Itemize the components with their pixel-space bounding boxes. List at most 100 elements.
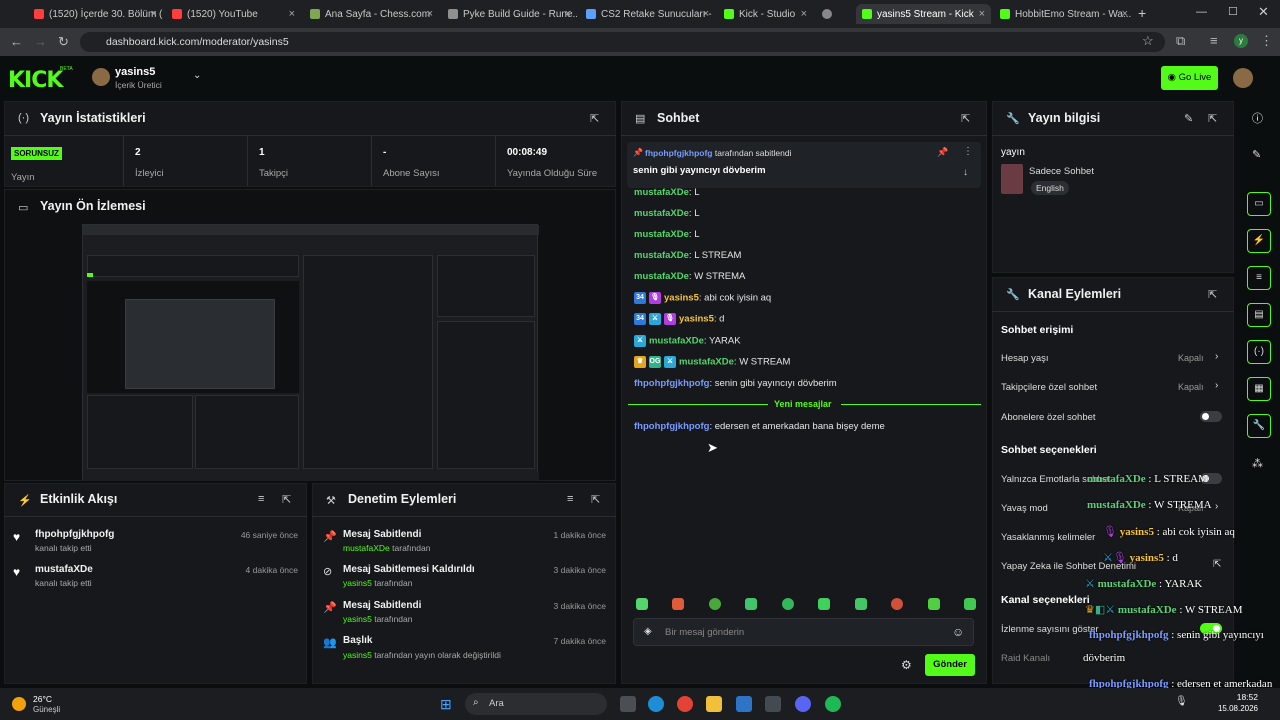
chat-toggle-icon[interactable]: ▤ xyxy=(1247,303,1271,327)
popout-icon[interactable]: ⇱ xyxy=(1208,288,1217,301)
chat-username[interactable]: mustafaXDe xyxy=(634,187,689,198)
account-avatar[interactable] xyxy=(1233,68,1253,88)
popout-icon[interactable]: ⇱ xyxy=(961,112,970,125)
go-live-button[interactable]: ◉ Go Live xyxy=(1161,66,1218,90)
emote-icon[interactable] xyxy=(636,598,648,610)
close-icon[interactable]: × xyxy=(703,8,709,20)
maximize-button[interactable]: ☐ xyxy=(1228,5,1238,18)
forward-icon[interactable]: → xyxy=(34,34,47,49)
emote-icon[interactable] xyxy=(818,598,831,610)
chevron-right-icon[interactable]: › xyxy=(1215,380,1218,391)
lightning-icon[interactable]: ⚡ xyxy=(1247,229,1271,253)
preview-video[interactable] xyxy=(82,224,539,481)
browser-tab[interactable] xyxy=(816,4,854,24)
browser-tab[interactable]: (1520) YouTube × xyxy=(166,4,301,24)
popout-icon[interactable]: ⇱ xyxy=(590,112,599,125)
stats-toggle-icon[interactable]: ▦ xyxy=(1247,377,1271,401)
layout-icon[interactable]: ⁂ xyxy=(1252,457,1263,470)
chat-message[interactable]: ♛ OG ⚔ mustafaXDe: W STREAM xyxy=(634,356,790,368)
clock-time[interactable]: 18:52 xyxy=(1220,692,1258,702)
chat-username[interactable]: yasins5 xyxy=(664,293,699,304)
menu-icon[interactable]: ⋮ xyxy=(1260,33,1273,49)
spotify-icon[interactable] xyxy=(825,696,841,712)
account-age-option[interactable]: Hesap yaşı xyxy=(1001,353,1049,364)
discord-icon[interactable] xyxy=(795,696,811,712)
close-icon[interactable]: × xyxy=(427,8,433,20)
taskbar-search[interactable]: ⌕ Ara xyxy=(465,693,607,715)
chat-username[interactable]: mustafaXDe xyxy=(634,250,689,261)
unpin-icon[interactable]: 📌 xyxy=(937,147,948,158)
moderation-user[interactable]: mustafaXDe xyxy=(343,543,390,553)
raid-channel-option[interactable]: Raid Kanalı xyxy=(1001,653,1050,664)
chrome-icon[interactable] xyxy=(677,696,693,712)
chat-message[interactable]: mustafaXDe: W STREMA xyxy=(634,271,745,282)
chat-message[interactable]: mustafaXDe: L xyxy=(634,229,700,240)
kick-logo[interactable]: KICK xyxy=(8,68,63,93)
more-icon[interactable]: ⋮ xyxy=(963,146,973,157)
emote-icon[interactable] xyxy=(963,598,976,610)
chat-message[interactable]: mustafaXDe: L xyxy=(634,187,700,198)
emote-icon[interactable] xyxy=(927,598,940,610)
chat-message[interactable]: mustafaXDe: L STREAM xyxy=(634,250,741,261)
filter-icon[interactable]: ≡ xyxy=(258,493,264,505)
close-window-button[interactable]: ✕ xyxy=(1258,4,1269,20)
broadcast-toggle-icon[interactable]: (·) xyxy=(1247,340,1271,364)
moderation-user[interactable]: yasins5 xyxy=(343,614,372,624)
filter-icon[interactable]: ≡ xyxy=(567,493,573,505)
chat-username[interactable]: mustafaXDe xyxy=(679,357,734,368)
chat-username[interactable]: mustafaXDe xyxy=(634,208,689,219)
bookmark-star-icon[interactable]: ☆ xyxy=(1142,33,1154,49)
popout-icon[interactable]: ⇱ xyxy=(1208,112,1217,125)
external-link-icon[interactable]: ⇱ xyxy=(1213,559,1221,570)
wrench-toggle-icon[interactable]: 🔧 xyxy=(1247,414,1271,438)
emote-icon[interactable] xyxy=(708,598,721,610)
moderation-user[interactable]: yasins5 xyxy=(343,578,372,588)
chat-message[interactable]: mustafaXDe: L xyxy=(634,208,700,219)
category-thumbnail[interactable] xyxy=(1001,164,1023,194)
pinned-by-user[interactable]: fhpohpfgjkhpofg xyxy=(645,148,713,158)
edit-icon[interactable]: ✎ xyxy=(1252,148,1261,161)
chevron-right-icon[interactable]: › xyxy=(1215,501,1218,512)
browser-tab[interactable]: (1520) İçerde 30. Bölüm (... × xyxy=(28,4,163,24)
chevron-right-icon[interactable]: › xyxy=(1215,351,1218,362)
preview-toggle-icon[interactable]: ▭ xyxy=(1247,192,1271,216)
browser-tab-active[interactable]: yasins5 Stream - Kick × xyxy=(856,4,991,24)
chat-message[interactable]: 34 🎙 yasins5: abi cok iyisin aq xyxy=(634,292,771,304)
windows-start-icon[interactable]: ⊞ xyxy=(440,696,452,713)
info-icon[interactable]: ⓘ xyxy=(1252,110,1263,126)
emote-icon[interactable] xyxy=(672,598,685,610)
url-field[interactable]: dashboard.kick.com/moderator/yasins5 xyxy=(80,32,1165,52)
list-icon[interactable]: ≡ xyxy=(1247,266,1271,290)
close-icon[interactable]: × xyxy=(979,8,985,20)
edge-icon[interactable] xyxy=(648,696,664,712)
activity-user[interactable]: mustafaXDe xyxy=(35,564,93,575)
profile-avatar[interactable]: y xyxy=(1234,34,1248,48)
chat-username[interactable]: mustafaXDe xyxy=(649,336,704,347)
emoji-icon[interactable]: ☺ xyxy=(952,625,964,639)
close-icon[interactable]: × xyxy=(289,8,295,20)
chat-input[interactable]: ◈ Bir mesaj gönderin ☺ xyxy=(633,618,974,646)
popout-icon[interactable]: ⇱ xyxy=(591,493,600,506)
user-avatar[interactable] xyxy=(92,68,110,86)
activity-user[interactable]: fhpohpfgjkhpofg xyxy=(35,529,114,540)
browser-tab[interactable]: Kick - Studio × xyxy=(718,4,813,24)
chat-message[interactable]: ⚔ mustafaXDe: YARAK xyxy=(634,335,741,347)
subs-only-toggle[interactable] xyxy=(1200,411,1222,422)
chat-username[interactable]: fhpohpfgjkhpofg xyxy=(634,421,709,432)
emote-icon[interactable] xyxy=(891,598,904,610)
close-icon[interactable]: × xyxy=(1122,8,1128,20)
mail-icon[interactable] xyxy=(736,696,752,712)
followers-only-option[interactable]: Takipçilere özel sohbet xyxy=(1001,382,1097,393)
emote-icon[interactable] xyxy=(745,598,758,610)
task-view-icon[interactable] xyxy=(620,696,636,712)
chat-message[interactable]: 34 ⚔ 🎙 yasins5: d xyxy=(634,313,724,325)
clock-date[interactable]: 15.08.2026 xyxy=(1215,704,1258,713)
new-tab-button[interactable]: + xyxy=(1138,5,1146,21)
extensions-icon[interactable]: ⧉ xyxy=(1176,33,1185,49)
store-icon[interactable] xyxy=(765,696,781,712)
browser-tab[interactable]: Ana Sayfa - Chess.com × xyxy=(304,4,439,24)
close-icon[interactable]: × xyxy=(151,8,157,20)
chat-username[interactable]: mustafaXDe xyxy=(634,271,689,282)
reload-icon[interactable]: ↻ xyxy=(58,34,69,50)
mic-icon[interactable]: 🎙 xyxy=(1175,696,1188,707)
